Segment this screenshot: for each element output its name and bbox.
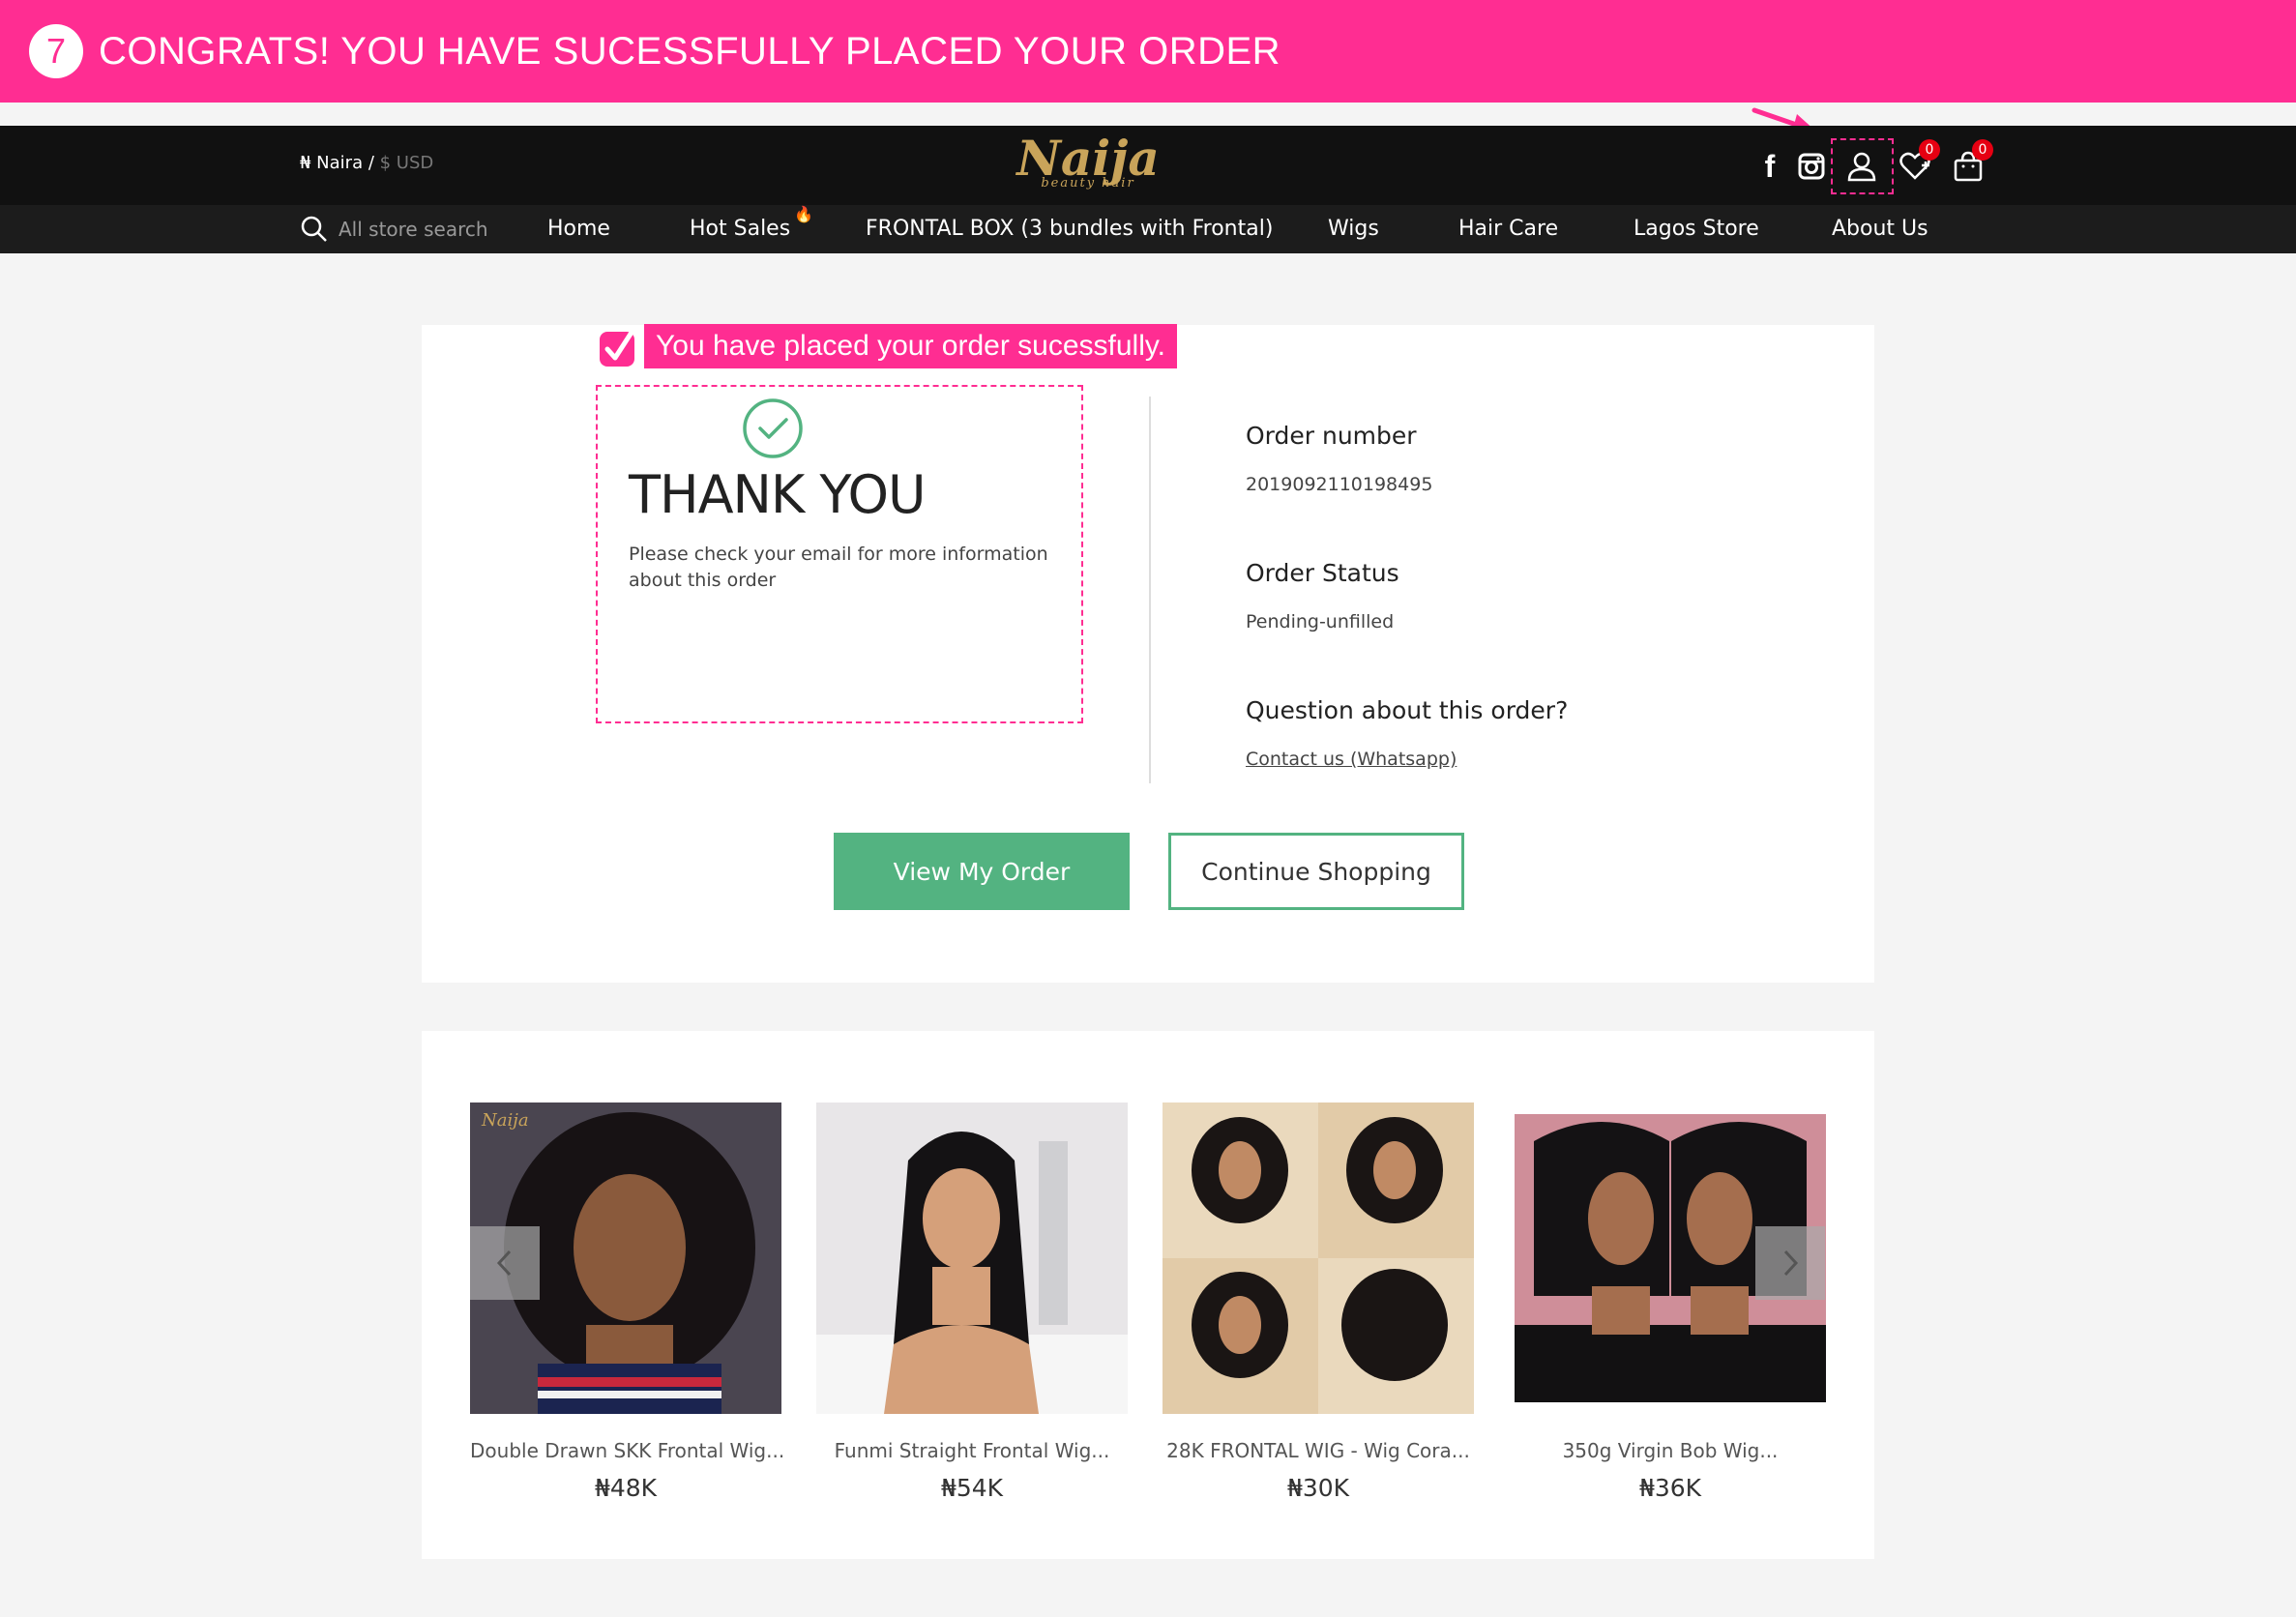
search-icon[interactable] [300,215,329,244]
product-price: ₦54K [940,1474,1004,1502]
product-card[interactable]: Funmi Straight Frontal Wig... ₦54K [816,1102,1128,1502]
product-image[interactable] [1163,1102,1474,1414]
order-confirmation-card: You have placed your order sucessfully. … [422,322,1874,983]
currency-switcher[interactable]: ₦ Naira / $ USD [300,153,433,173]
thank-you-message: Please check your email for more informa… [629,544,1048,591]
currency-naira[interactable]: ₦ Naira / [300,153,374,173]
search-input[interactable]: All store search [339,218,488,241]
success-callout-text: You have placed your order sucessfully. [644,324,1177,368]
nav-item-wigs[interactable]: Wigs [1328,217,1379,241]
nav-item-about-us[interactable]: About Us [1832,217,1928,241]
recommended-products: Naija Double Drawn SKK Frontal Wig... ₦4… [422,1031,1874,1559]
nav-item-hot-sales[interactable]: Hot Sales 🔥 [690,205,813,241]
order-number-value: 2019092110198495 [1246,474,1433,495]
chevron-left-icon [496,1250,512,1277]
step-number: 7 [29,24,83,78]
order-number-label: Order number [1246,422,1417,450]
product-card[interactable]: 28K FRONTAL WIG - Wig Cora... ₦30K [1163,1102,1474,1502]
facebook-icon[interactable]: f [1751,147,1789,186]
product-name[interactable]: Double Drawn SKK Frontal Wig... [470,1439,784,1462]
product-name[interactable]: Funmi Straight Frontal Wig... [816,1439,1128,1462]
order-status-value: Pending-unfilled [1246,611,1395,632]
product-card[interactable]: Naija Double Drawn SKK Frontal Wig... ₦4… [470,1102,784,1502]
question-label: Question about this order? [1246,696,1569,724]
nav-item-hair-care[interactable]: Hair Care [1458,217,1558,241]
order-status-label: Order Status [1246,559,1399,587]
step-banner: 7 CONGRATS! YOU HAVE SUCESSFULLY PLACED … [0,0,2296,103]
product-price: ₦36K [1638,1474,1702,1502]
view-my-order-button[interactable]: View My Order [834,833,1130,910]
product-name[interactable]: 28K FRONTAL WIG - Wig Cora... [1163,1439,1474,1462]
instagram-icon[interactable] [1792,147,1831,186]
thank-you-title: THANK YOU [629,464,927,525]
user-icon-highlight [1831,138,1894,194]
carousel-prev-button[interactable] [470,1226,540,1300]
carousel-next-button[interactable] [1755,1226,1825,1300]
product-card[interactable]: 350g Virgin Bob Wig... ₦36K [1515,1102,1826,1502]
currency-usd[interactable]: $ USD [374,153,434,173]
thank-you-panel: THANK YOU Please check your email for mo… [596,385,1083,723]
svg-text:Naija: Naija [481,1110,529,1131]
nav-item-frontal-box[interactable]: FRONTAL BOX (3 bundles with Frontal) [866,217,1273,241]
check-circle-icon [743,398,803,458]
checkbox-checked-icon [600,325,637,367]
cart-icon[interactable]: 0 [1949,139,1993,186]
product-price: ₦30K [1286,1474,1350,1502]
nav-item-home[interactable]: Home [547,217,610,241]
contact-whatsapp-link[interactable]: Contact us (Whatsapp) [1246,749,1457,770]
vertical-divider [1149,397,1151,783]
main-nav: All store search Home Hot Sales 🔥 FRONTA… [0,205,2296,253]
product-image[interactable] [816,1102,1128,1414]
nav-item-hot-sales-label: Hot Sales [690,217,791,241]
product-name[interactable]: 350g Virgin Bob Wig... [1515,1439,1826,1462]
wishlist-count-badge: 0 [1919,139,1940,161]
cart-count-badge: 0 [1972,139,1993,161]
store-search[interactable]: All store search [300,215,488,244]
chevron-right-icon [1783,1250,1799,1277]
hot-tag-icon: 🔥 [794,205,814,223]
continue-shopping-button[interactable]: Continue Shopping [1168,833,1464,910]
nav-item-lagos-store[interactable]: Lagos Store [1634,217,1759,241]
product-price: ₦48K [594,1474,658,1502]
success-callout: You have placed your order sucessfully. [596,322,1177,370]
site-logo[interactable]: Naija beauty hair [1016,133,1161,197]
wishlist-icon[interactable]: 0 [1896,139,1940,186]
site-header: ₦ Naira / $ USD Naija beauty hair f 0 0 [0,126,2296,205]
logo-subtext: beauty hair [1041,176,1135,191]
step-banner-text: CONGRATS! YOU HAVE SUCESSFULLY PLACED YO… [99,29,1281,73]
